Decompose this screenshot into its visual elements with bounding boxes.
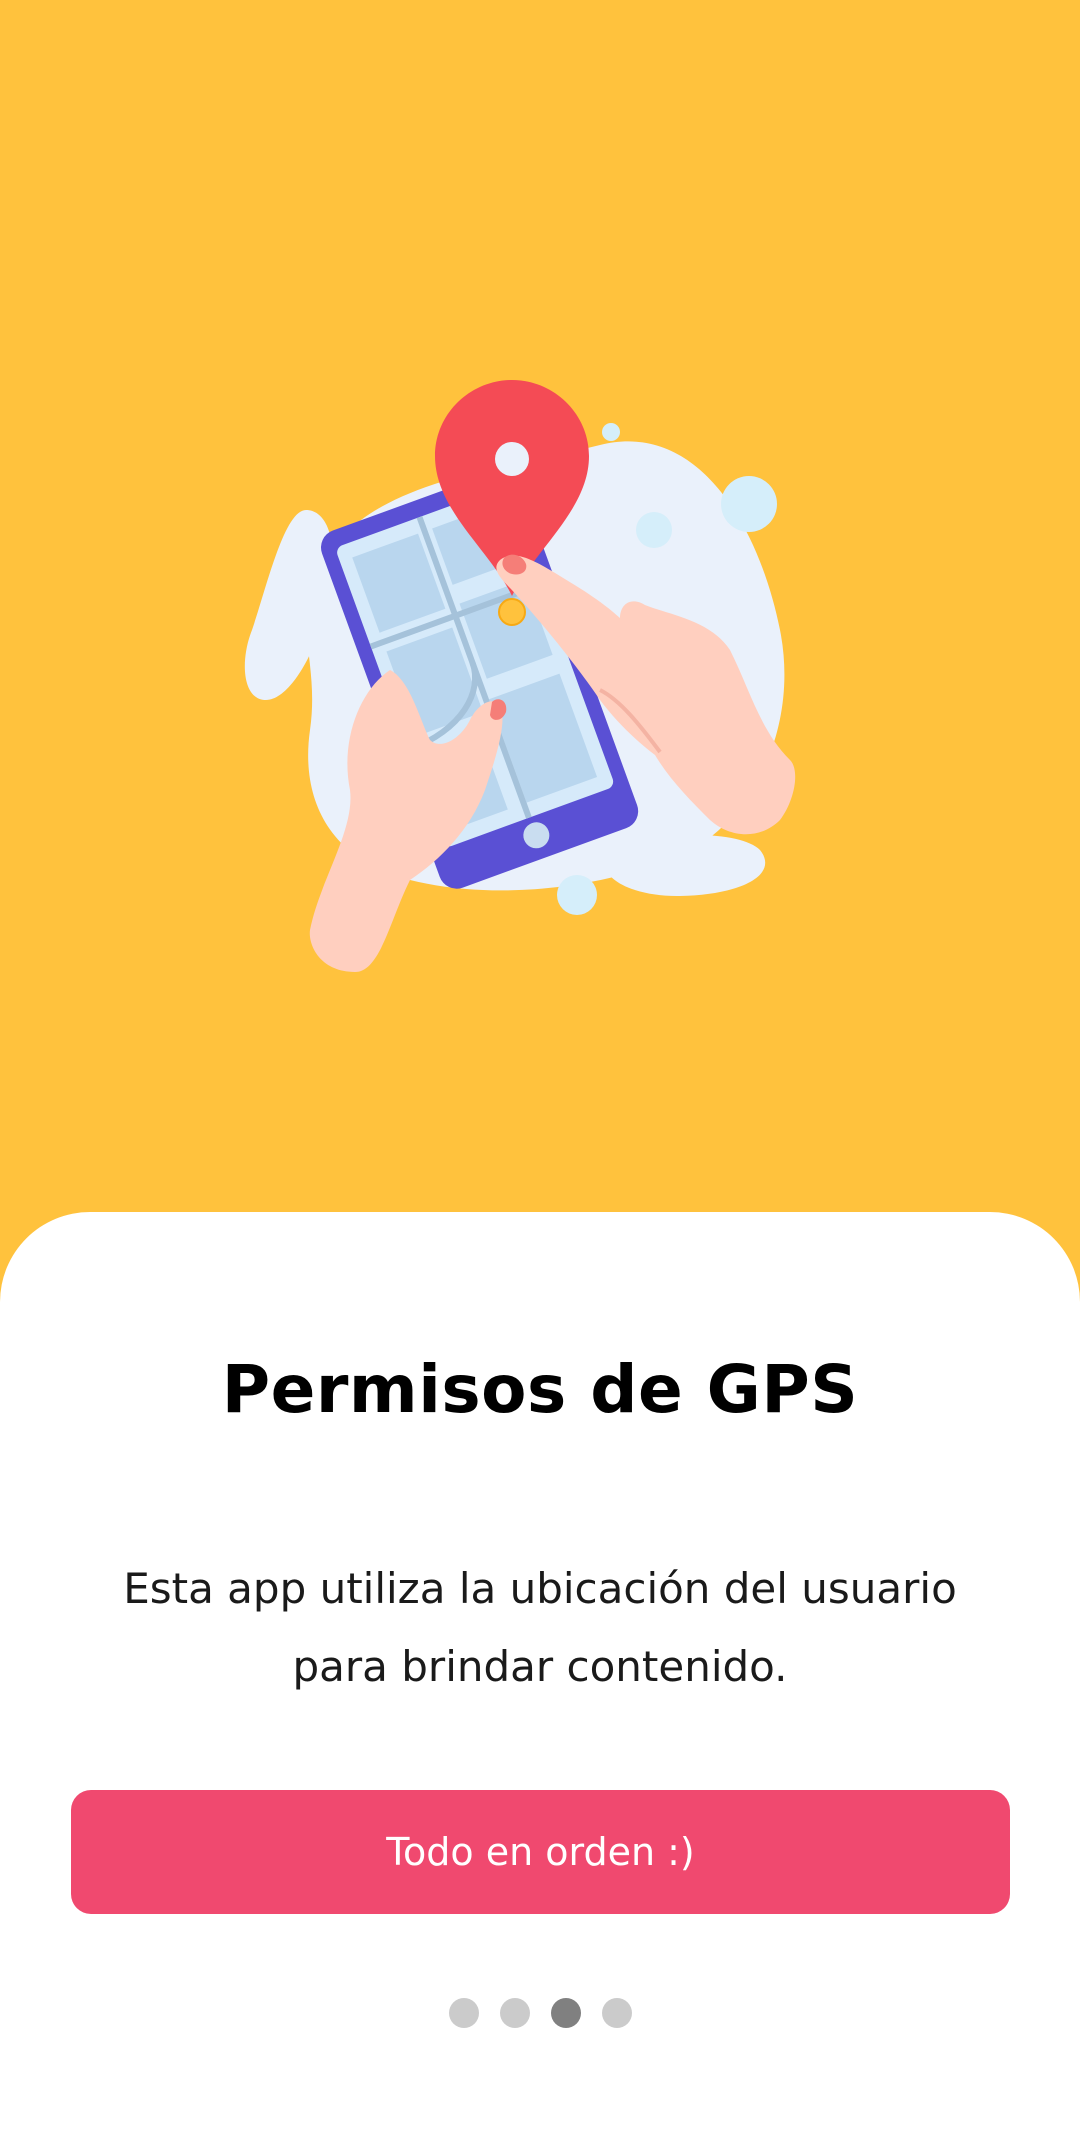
description-text: Esta app utiliza la ubicación del usuari…	[123, 1564, 957, 1691]
bottom-sheet: Permisos de GPS Esta app utiliza la ubic…	[0, 1212, 1080, 2131]
page-indicator	[0, 1998, 1080, 2030]
hero-area	[0, 0, 1080, 1212]
onboarding-screen: Permisos de GPS Esta app utiliza la ubic…	[0, 0, 1080, 2131]
confirm-button[interactable]: Todo en orden :)	[71, 1790, 1010, 1914]
bubble	[557, 875, 597, 915]
bubble	[636, 512, 672, 548]
bubble	[721, 476, 777, 532]
bubble	[602, 423, 620, 441]
confirm-button-label: Todo en orden :)	[386, 1830, 695, 1874]
page-title: Permisos de GPS	[221, 1351, 859, 1428]
page-dot[interactable]	[448, 1998, 479, 2028]
page-dot-active[interactable]	[550, 1998, 581, 2028]
location-dot-icon	[498, 598, 526, 626]
page-dot[interactable]	[601, 1998, 632, 2028]
page-dot[interactable]	[499, 1998, 530, 2028]
bottom-blob	[604, 835, 766, 897]
phone-map-location-pin-illustration	[244, 380, 796, 972]
